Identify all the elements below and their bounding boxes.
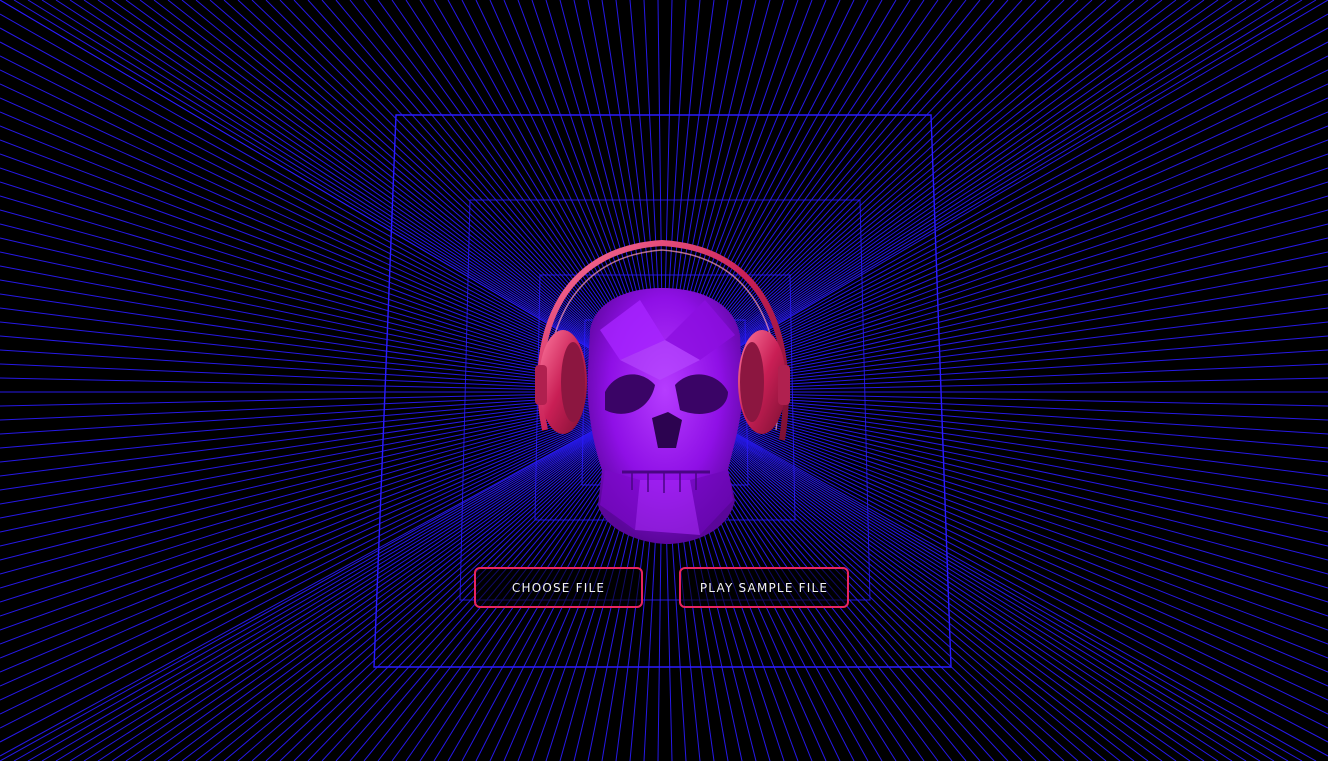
choose-file-button[interactable]: CHOOSE FILE	[474, 567, 643, 608]
visualizer-scene: CHOOSE FILE PLAY SAMPLE FILE	[0, 0, 1328, 761]
skull	[587, 287, 743, 544]
play-sample-file-button[interactable]: PLAY SAMPLE FILE	[679, 567, 849, 608]
skull-with-headphones-icon	[535, 239, 790, 544]
